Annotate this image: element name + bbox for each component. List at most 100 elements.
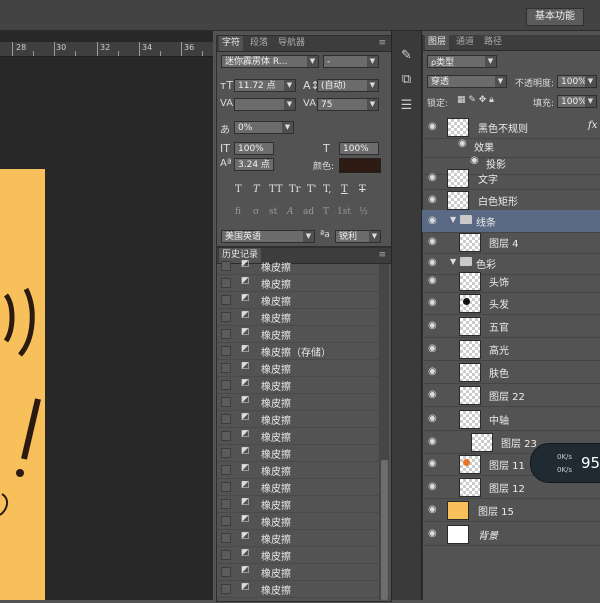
layer-row[interactable]: ◉ 图层 15 (422, 499, 600, 522)
layer-row[interactable]: ◉ 图层 4 (422, 231, 600, 254)
ordinals-button[interactable]: 1st (337, 207, 351, 217)
discretionary-ligatures-button[interactable]: st (269, 207, 277, 217)
history-item[interactable]: ◩ 橡皮擦 (217, 427, 381, 445)
history-snapshot-checkbox[interactable] (221, 448, 231, 458)
history-item[interactable]: ◩ 橡皮擦（存储） (217, 342, 381, 360)
horizontal-scale-field[interactable]: 100% (339, 142, 379, 155)
visibility-eye-icon[interactable]: ◉ (428, 173, 440, 183)
history-snapshot-checkbox[interactable] (221, 431, 231, 441)
layer-row[interactable]: ◉ 头发 (422, 292, 600, 315)
panel-menu-icon[interactable]: ≡ (375, 36, 389, 51)
baseline-shift-field[interactable]: 3.24 点 (234, 158, 274, 171)
history-snapshot-checkbox[interactable] (221, 567, 231, 577)
history-snapshot-checkbox[interactable] (221, 550, 231, 560)
lock-icons[interactable]: ▦ ✎ ✥ 🔒︎ (457, 95, 494, 105)
visibility-eye-icon[interactable]: ◉ (428, 505, 440, 515)
history-item[interactable]: ◩ 橡皮擦 (217, 291, 381, 309)
visibility-eye-icon[interactable]: ◉ (428, 258, 440, 268)
visibility-eye-icon[interactable]: ◉ (428, 276, 440, 286)
brush-preset-icon[interactable]: ✎ (398, 47, 415, 64)
visibility-eye-icon[interactable]: ◉ (428, 216, 440, 226)
adjustments-icon[interactable]: ☰ (398, 97, 415, 114)
layer-row[interactable]: ◉ 肤色 (422, 361, 600, 384)
underline-button[interactable]: T (341, 184, 348, 195)
titling-alternates-button[interactable]: T (323, 207, 329, 217)
subscript-button[interactable]: T, (323, 184, 331, 195)
expand-arrow-icon[interactable]: ▼ (450, 257, 456, 266)
history-item[interactable]: ◩ 橡皮擦 (217, 478, 381, 496)
strikethrough-button[interactable]: T (359, 184, 366, 195)
history-snapshot-checkbox[interactable] (221, 261, 231, 271)
history-item[interactable]: ◩ 橡皮擦 (217, 512, 381, 530)
layer-row[interactable]: ◉ 文字 (422, 167, 600, 190)
visibility-eye-icon[interactable]: ◉ (428, 321, 440, 331)
opacity-field[interactable]: 100% ▼ (557, 75, 597, 88)
history-item[interactable]: ◩ 橡皮擦 (217, 529, 381, 547)
font-family-select[interactable]: 迷你霹雳体 R... ▼ (221, 55, 319, 68)
history-snapshot-checkbox[interactable] (221, 295, 231, 305)
history-item[interactable]: ◩ 橡皮擦 (217, 495, 381, 513)
faux-bold-button[interactable]: T (235, 184, 242, 195)
layer-row[interactable]: ◉ 五官 (422, 315, 600, 338)
history-snapshot-checkbox[interactable] (221, 465, 231, 475)
visibility-eye-icon[interactable]: ◉ (428, 344, 440, 354)
effect-visibility-icon[interactable]: ◉ (470, 156, 482, 166)
visibility-eye-icon[interactable]: ◉ (428, 122, 440, 132)
expand-arrow-icon[interactable]: ▼ (450, 215, 456, 224)
small-caps-button[interactable]: Tr (289, 184, 300, 195)
all-caps-button[interactable]: TT (269, 184, 283, 195)
history-snapshot-checkbox[interactable] (221, 584, 231, 594)
layer-row[interactable]: ◉ 背景 (422, 523, 600, 546)
language-select[interactable]: 美国英语 ▼ (221, 230, 315, 243)
history-snapshot-checkbox[interactable] (221, 397, 231, 407)
superscript-button[interactable]: T' (307, 184, 316, 195)
tsume-field[interactable]: 0% ▼ (234, 121, 294, 134)
history-snapshot-checkbox[interactable] (221, 346, 231, 356)
tab-layers[interactable]: 图层 (425, 35, 450, 50)
leading-field[interactable]: (自动) ▼ (317, 79, 379, 92)
history-snapshot-checkbox[interactable] (221, 482, 231, 492)
history-snapshot-checkbox[interactable] (221, 312, 231, 322)
kerning-field[interactable]: ▼ (234, 98, 296, 111)
visibility-eye-icon[interactable]: ◉ (428, 414, 440, 424)
layer-row[interactable]: ◉ 图层 22 (422, 384, 600, 407)
font-style-select[interactable]: - ▼ (323, 55, 379, 68)
history-item[interactable]: ◩ 橡皮擦 (217, 359, 381, 377)
history-item[interactable]: ◩ 橡皮擦 (217, 563, 381, 581)
stylistic-alternates-button[interactable]: ad (303, 207, 314, 217)
visibility-eye-icon[interactable]: ◉ (428, 529, 440, 539)
workspace-switcher[interactable]: 基本功能 (526, 8, 584, 26)
tab-paths[interactable]: 路径 (481, 35, 505, 50)
visibility-eye-icon[interactable]: ◉ (428, 298, 440, 308)
faux-italic-button[interactable]: T (253, 184, 260, 195)
tab-channels[interactable]: 通道 (453, 35, 477, 50)
fx-badge[interactable]: fx (588, 120, 597, 131)
history-scroll-thumb[interactable] (381, 460, 388, 600)
tab-navigator[interactable]: 导航器 (275, 36, 308, 51)
font-size-field[interactable]: 11.72 点 ▼ (234, 79, 296, 92)
old-style-button[interactable]: σ (253, 207, 259, 217)
text-color-swatch[interactable] (339, 158, 381, 173)
history-item[interactable]: ◩ 橡皮擦 (217, 580, 381, 598)
visibility-eye-icon[interactable]: ◉ (428, 367, 440, 377)
visibility-eye-icon[interactable]: ◉ (428, 390, 440, 400)
layer-row[interactable]: ◉ 中轴 (422, 408, 600, 431)
blend-mode-select[interactable]: 穿透 ▼ (427, 75, 507, 88)
history-item[interactable]: ◩ 橡皮擦 (217, 308, 381, 326)
history-snapshot-checkbox[interactable] (221, 499, 231, 509)
layer-row[interactable]: ◉ 白色矩形 (422, 189, 600, 212)
history-item[interactable]: ◩ 橡皮擦 (217, 257, 381, 275)
layer-row[interactable]: ◉ 高光 (422, 338, 600, 361)
history-item[interactable]: ◩ 橡皮擦 (217, 376, 381, 394)
history-snapshot-checkbox[interactable] (221, 533, 231, 543)
history-item[interactable]: ◩ 橡皮擦 (217, 546, 381, 564)
ligatures-button[interactable]: fi (235, 207, 241, 217)
history-snapshot-checkbox[interactable] (221, 363, 231, 373)
history-snapshot-checkbox[interactable] (221, 516, 231, 526)
fill-field[interactable]: 100% ▼ (557, 95, 597, 108)
history-item[interactable]: ◩ 橡皮擦 (217, 325, 381, 343)
visibility-eye-icon[interactable]: ◉ (428, 237, 440, 247)
tab-character[interactable]: 字符 (219, 36, 244, 51)
vertical-scale-field[interactable]: 100% (234, 142, 274, 155)
fractions-button[interactable]: ½ (359, 207, 368, 217)
